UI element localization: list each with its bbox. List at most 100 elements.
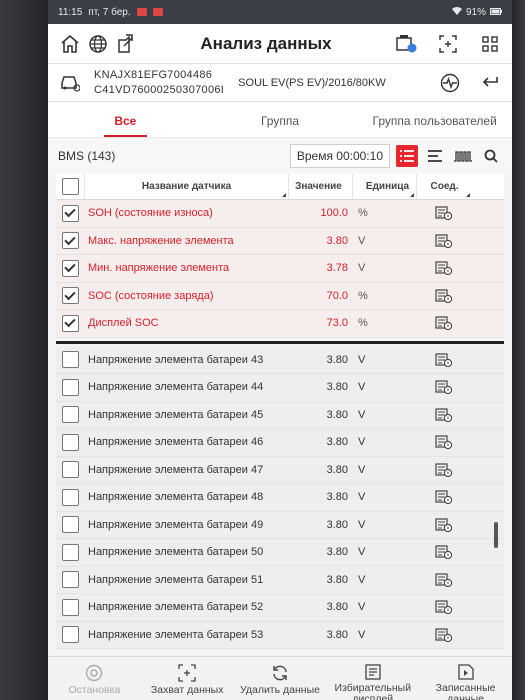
table-row[interactable]: SOH (состояние износа) 100.0% <box>56 200 504 228</box>
grid-menu-icon[interactable] <box>476 30 504 58</box>
back-icon[interactable] <box>476 69 504 97</box>
table-row[interactable]: Дисплей SOC 73.0% <box>56 310 504 338</box>
row-checkbox[interactable] <box>61 259 79 277</box>
connect-button[interactable] <box>416 261 472 276</box>
vehicle-model: SOUL EV(PS EV)/2016/80KW <box>238 76 386 89</box>
sensor-table: Название датчика Значение Единица Соед. … <box>56 173 504 649</box>
pulse-icon[interactable] <box>436 69 464 97</box>
connect-button[interactable] <box>416 435 472 450</box>
sensor-value: 3.80 <box>326 546 348 559</box>
vci-bluetooth-icon[interactable] <box>392 30 420 58</box>
connect-chart-icon <box>435 490 453 505</box>
sensor-name: Напряжение элемента батареи 51 <box>88 573 264 586</box>
notification-icon <box>136 8 147 16</box>
table-row[interactable]: Напряжение элемента батареи 48 3.80 V <box>56 484 504 512</box>
table-row[interactable]: Напряжение элемента батареи 52 3.80 V <box>56 594 504 622</box>
sort-icon <box>282 192 286 197</box>
capture-data-button[interactable]: Захват данных <box>141 657 234 700</box>
connect-chart-icon <box>435 573 453 587</box>
connect-button[interactable] <box>416 408 472 422</box>
scrollbar-thumb[interactable] <box>494 522 498 548</box>
table-row[interactable]: Напряжение элемента батареи 50 3.80 V <box>56 539 504 567</box>
capture-frame-icon[interactable] <box>434 30 462 58</box>
header-sensor-name[interactable]: Название датчика <box>84 173 288 200</box>
sensor-unit: % <box>358 317 368 330</box>
tab-user-group[interactable]: Группа пользователей <box>357 102 512 137</box>
row-checkbox[interactable] <box>61 598 79 616</box>
row-checkbox[interactable] <box>61 314 79 332</box>
search-button[interactable] <box>480 145 502 167</box>
header-unit[interactable]: Единица <box>352 173 416 200</box>
tab-all[interactable]: Все <box>48 102 203 137</box>
sensor-value: 3.80 <box>326 381 348 394</box>
connect-button[interactable] <box>416 600 472 615</box>
row-checkbox[interactable] <box>61 543 79 561</box>
table-row[interactable]: Напряжение элемента батареи 46 3.80 V <box>56 429 504 457</box>
connect-button[interactable] <box>416 316 472 331</box>
row-checkbox[interactable] <box>61 488 79 506</box>
connect-chart-icon <box>435 600 453 615</box>
row-checkbox[interactable] <box>61 461 79 479</box>
sensor-unit: V <box>358 546 366 559</box>
connect-button[interactable] <box>416 490 472 505</box>
vehicle-info-bar: KNAJX81EFG7004486 C41VD76000250307006I S… <box>48 64 512 102</box>
connect-button[interactable] <box>416 573 472 587</box>
table-row[interactable]: Напряжение элемента батареи 49 3.80 V <box>56 511 504 539</box>
table-row[interactable]: Напряжение элемента батареи 43 3.80 V <box>56 346 504 374</box>
select-all-checkbox[interactable] <box>61 178 79 195</box>
connect-button[interactable] <box>416 289 472 303</box>
connect-button[interactable] <box>416 353 472 367</box>
table-row[interactable]: Напряжение элемента батареи 47 3.80 V <box>56 456 504 484</box>
notification-icon <box>152 8 163 16</box>
sensor-unit: V <box>358 408 366 421</box>
row-checkbox[interactable] <box>61 571 79 589</box>
export-file-icon[interactable] <box>112 30 140 58</box>
text-view-button[interactable] <box>424 145 446 167</box>
connect-chart-icon <box>435 408 453 422</box>
row-checkbox[interactable] <box>61 232 79 250</box>
connect-button[interactable] <box>416 206 472 221</box>
table-row[interactable]: Напряжение элемента батареи 45 3.80 V <box>56 401 504 429</box>
stop-button[interactable]: Остановка <box>48 657 141 700</box>
selective-display-button[interactable]: Избирательный дисплей <box>326 657 419 700</box>
row-checkbox[interactable] <box>61 626 79 644</box>
home-icon[interactable] <box>56 30 84 58</box>
sensor-name: Напряжение элемента батареи 47 <box>88 463 264 476</box>
row-checkbox[interactable] <box>61 378 79 396</box>
table-header: Название датчика Значение Единица Соед. <box>56 173 504 200</box>
connect-button[interactable] <box>416 234 472 248</box>
row-checkbox[interactable] <box>61 406 79 424</box>
row-checkbox[interactable] <box>61 351 79 369</box>
connect-button[interactable] <box>416 518 472 532</box>
connect-chart-icon <box>435 261 453 276</box>
table-row[interactable]: Мин. напряжение элемента 3.78 V <box>56 255 504 283</box>
tab-group[interactable]: Группа <box>203 102 358 137</box>
connect-chart-icon <box>435 628 453 642</box>
header-connect[interactable]: Соед. <box>416 173 472 200</box>
sensor-value: 3.80 <box>326 436 348 449</box>
table-row[interactable]: Напряжение элемента батареи 51 3.80 V <box>56 566 504 594</box>
sensor-name: Напряжение элемента батареи 53 <box>88 628 264 641</box>
connect-button[interactable] <box>416 628 472 642</box>
globe-icon[interactable] <box>84 30 112 58</box>
sensor-unit: V <box>358 262 366 275</box>
connect-button[interactable] <box>416 380 472 395</box>
row-checkbox[interactable] <box>61 516 79 534</box>
row-checkbox[interactable] <box>61 204 79 222</box>
table-row[interactable]: Напряжение элемента батареи 44 3.80 V <box>56 374 504 402</box>
table-row[interactable]: Напряжение элемента батареи 53 3.80 V <box>56 621 504 649</box>
clear-data-button[interactable]: Удалить данные <box>234 657 327 700</box>
graph-view-button[interactable] <box>452 145 474 167</box>
connect-chart-icon <box>435 435 453 450</box>
recorded-data-button[interactable]: Записанные данные <box>419 657 512 700</box>
connect-button[interactable] <box>416 545 472 560</box>
table-row[interactable]: SOC (состояние заряда) 70.0% <box>56 282 504 310</box>
table-row[interactable]: Макс. напряжение элемента 3.80 V <box>56 227 504 255</box>
connect-button[interactable] <box>416 463 472 477</box>
row-checkbox[interactable] <box>61 287 79 305</box>
list-view-button[interactable] <box>396 145 418 167</box>
toolbar: BMS (143) Время 00:00:10 <box>48 138 512 174</box>
row-checkbox[interactable] <box>61 433 79 451</box>
recorded-data-icon <box>457 664 474 680</box>
connect-chart-icon <box>435 316 453 331</box>
